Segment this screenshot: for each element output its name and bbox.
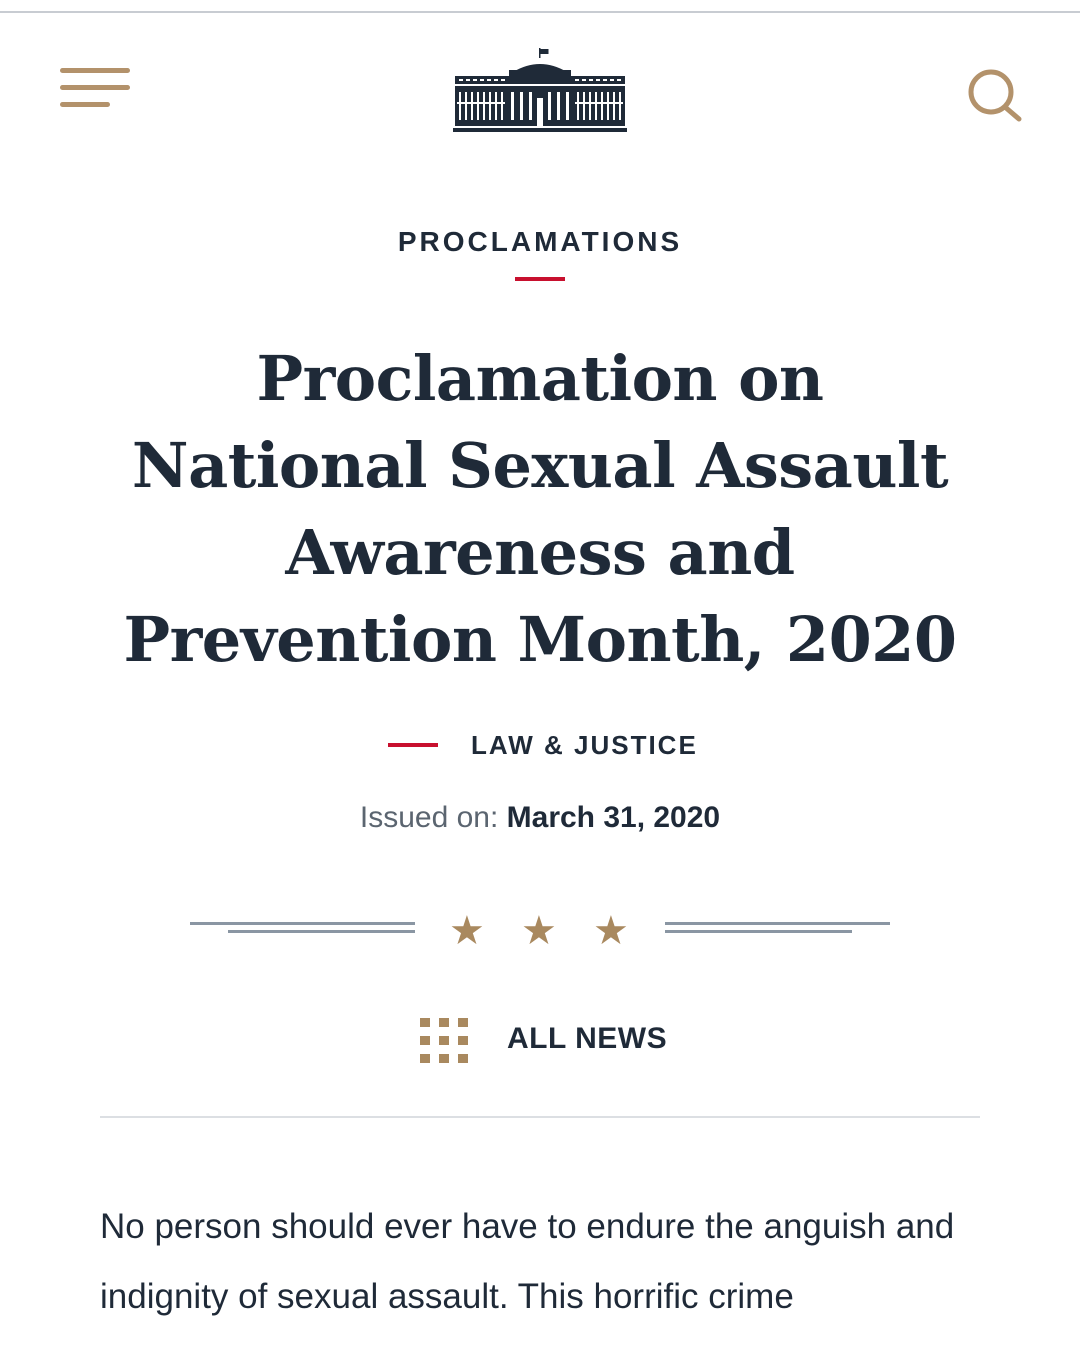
star-icon: ★ (521, 908, 557, 954)
topic-dash (388, 743, 438, 747)
search-icon[interactable] (966, 66, 1024, 124)
hamburger-menu-icon[interactable] (60, 66, 132, 112)
issued-date: March 31, 2020 (506, 801, 721, 834)
topic-row: LAW & JUSTICE (0, 728, 1080, 762)
all-news-link[interactable]: ALL NEWS (420, 1014, 680, 1066)
content-divider (100, 1116, 980, 1118)
grid-icon (420, 1018, 468, 1064)
star-icon: ★ (449, 908, 485, 954)
category-underline (515, 277, 565, 281)
white-house-logo[interactable] (453, 48, 627, 134)
article-body: No person should ever have to endure the… (100, 1207, 955, 1316)
divider-line (228, 930, 415, 933)
issued-date-line: Issued on: March 31, 2020 (0, 798, 1080, 838)
category-label[interactable]: PROCLAMATIONS (0, 226, 1080, 258)
topic-link-law-justice[interactable]: LAW & JUSTICE (471, 728, 698, 762)
star-icon: ★ (593, 908, 629, 954)
page-title: Proclamation on National Sexual Assault … (123, 342, 958, 676)
issued-label: Issued on: (359, 801, 499, 834)
star-divider: ★ ★ ★ (0, 900, 1080, 964)
divider-line (190, 922, 415, 925)
top-rule (0, 11, 1080, 13)
all-news-label[interactable]: ALL NEWS (507, 1020, 667, 1058)
divider-line (665, 930, 852, 933)
divider-line (665, 922, 890, 925)
